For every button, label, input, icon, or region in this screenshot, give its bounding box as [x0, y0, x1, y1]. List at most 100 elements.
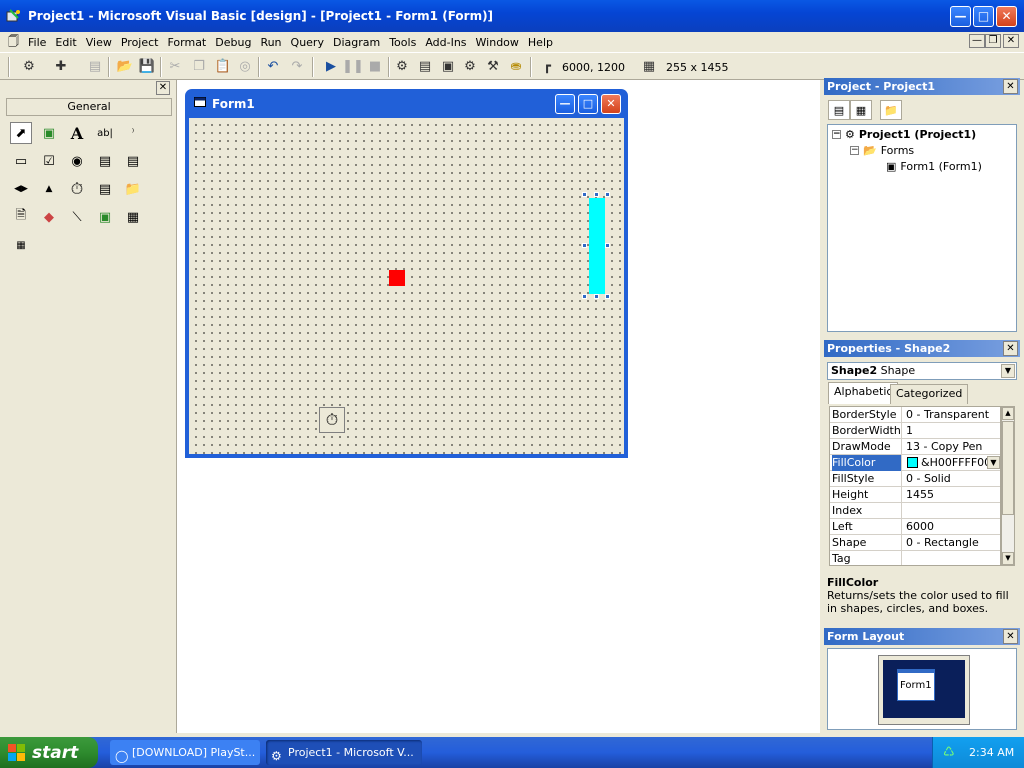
property-value[interactable] [906, 551, 1000, 565]
property-value[interactable]: 0 - Rectangle [906, 535, 1000, 551]
data-tool-icon[interactable]: ▦ [122, 206, 144, 228]
menu-format[interactable]: Format [167, 36, 206, 49]
menu-doc-icon[interactable]: 🗍 [8, 33, 19, 52]
frame-tool-icon[interactable]: ⁾ [122, 122, 144, 144]
optionbutton-tool-icon[interactable]: ◉ [66, 150, 88, 172]
open-project-icon[interactable]: 📂 [116, 57, 134, 75]
form-layout-close-button[interactable]: ✕ [1003, 629, 1018, 644]
resize-handle[interactable] [605, 192, 610, 197]
listbox-tool-icon[interactable]: ▤ [122, 150, 144, 172]
resize-handle[interactable] [582, 294, 587, 299]
close-button[interactable]: ✕ [996, 6, 1017, 27]
toolbox-tab-general[interactable]: General [6, 98, 172, 116]
tree-node-forms[interactable]: − 📂 Forms [850, 144, 914, 157]
scroll-thumb[interactable] [1002, 421, 1014, 515]
property-value[interactable]: 0 - Transparent [906, 407, 1000, 423]
timer-tool-icon[interactable]: ⏱ [66, 178, 88, 200]
resize-handle[interactable] [582, 192, 587, 197]
menu-file[interactable]: File [28, 36, 46, 49]
maximize-button[interactable]: □ [973, 6, 994, 27]
property-row[interactable]: DrawMode 13 - Copy Pen [830, 439, 1000, 455]
mdi-minimize-button[interactable]: — [969, 34, 985, 48]
resize-handle[interactable] [605, 243, 610, 248]
toolbox-header[interactable] [4, 80, 172, 96]
scroll-down-icon[interactable]: ▼ [1002, 552, 1014, 565]
menu-run[interactable]: Run [260, 36, 281, 49]
shape1-red-square[interactable] [389, 270, 405, 286]
menu-diagram[interactable]: Diagram [333, 36, 380, 49]
pointer-tool-icon[interactable]: ⬈ [10, 122, 32, 144]
menu-window[interactable]: Window [476, 36, 519, 49]
tree-node-form1[interactable]: ▣ Form1 (Form1) [886, 160, 982, 173]
property-row-selected[interactable]: FillColor &H00FFFF00& ▼ [830, 455, 1000, 471]
combobox-tool-icon[interactable]: ▤ [94, 150, 116, 172]
property-row[interactable]: FillStyle 0 - Solid [830, 471, 1000, 487]
network-icon[interactable]: ♺ [943, 737, 955, 768]
menu-editor-icon[interactable]: ▤ [86, 57, 104, 75]
shape-tool-icon[interactable]: ◆ [38, 206, 60, 228]
tab-alphabetic[interactable]: Alphabetic [828, 382, 899, 404]
undo-icon[interactable]: ↶ [264, 57, 282, 75]
clock[interactable]: 2:34 AM [969, 746, 1014, 759]
resize-handle[interactable] [594, 294, 599, 299]
tree-node-project[interactable]: − ⚙ Project1 (Project1) [832, 128, 976, 141]
mdi-restore-button[interactable]: ❐ [985, 34, 1001, 48]
toolbox-icon[interactable]: ⚒ [484, 57, 502, 75]
menu-debug[interactable]: Debug [215, 36, 251, 49]
view-object-button[interactable]: ▦ [850, 100, 872, 120]
form-layout-title[interactable]: Form Layout [824, 628, 1020, 645]
menu-help[interactable]: Help [528, 36, 553, 49]
find-icon[interactable]: ◎ [236, 57, 254, 75]
form-design-surface[interactable]: ⏱ [189, 118, 624, 454]
property-row[interactable]: Index [830, 503, 1000, 519]
start-icon[interactable]: ▶ [322, 57, 340, 75]
filelistbox-tool-icon[interactable]: 🗎 [10, 206, 32, 228]
redo-icon[interactable]: ↷ [288, 57, 306, 75]
chevron-down-icon[interactable]: ▼ [987, 456, 1000, 469]
property-row[interactable]: BorderStyle 0 - Transparent [830, 407, 1000, 423]
shape2-cyan-rectangle[interactable] [589, 198, 605, 294]
properties-title[interactable]: Properties - Shape2 [824, 340, 1020, 357]
property-value[interactable]: 13 - Copy Pen [906, 439, 1000, 455]
cut-icon[interactable]: ✂ [166, 57, 184, 75]
toggle-folders-button[interactable]: 📁 [880, 100, 902, 120]
resize-handle[interactable] [605, 294, 610, 299]
menu-edit[interactable]: Edit [55, 36, 76, 49]
toolbar-grip[interactable] [8, 57, 10, 77]
property-row[interactable]: BorderWidth 1 [830, 423, 1000, 439]
tab-categorized[interactable]: Categorized [890, 384, 969, 404]
property-value[interactable] [906, 503, 1000, 519]
timer-control[interactable]: ⏱ [319, 407, 345, 433]
property-value[interactable]: 6000 [906, 519, 1000, 535]
taskbar-item-download[interactable]: ◯ [DOWNLOAD] PlaySt... [110, 740, 260, 765]
resize-handle[interactable] [594, 192, 599, 197]
vscrollbar-tool-icon[interactable]: ▲ [38, 178, 60, 200]
form-designer-window[interactable]: Form1 — □ ✕ ⏱ [185, 89, 628, 458]
menu-query[interactable]: Query [291, 36, 324, 49]
property-row[interactable]: Left 6000 [830, 519, 1000, 535]
menu-view[interactable]: View [86, 36, 112, 49]
dirlistbox-tool-icon[interactable]: 📁 [122, 178, 144, 200]
form-minimize-button[interactable]: — [555, 94, 575, 114]
add-form-icon[interactable]: ✚ [52, 57, 70, 75]
object-selector[interactable]: Shape2 Shape ▼ [827, 362, 1017, 380]
mdi-close-button[interactable]: ✕ [1003, 34, 1019, 48]
project-explorer-icon[interactable]: ⚙ [393, 57, 411, 75]
layout-form-preview[interactable]: Form1 [897, 669, 935, 701]
break-icon[interactable]: ❚❚ [342, 57, 364, 75]
property-scrollbar[interactable]: ▲ ▼ [1001, 406, 1015, 566]
menu-add-ins[interactable]: Add-Ins [425, 36, 466, 49]
start-button[interactable]: start [0, 737, 98, 768]
form-maximize-button[interactable]: □ [578, 94, 598, 114]
line-tool-icon[interactable]: ⟍ [66, 206, 88, 228]
property-value[interactable]: 0 - Solid [906, 471, 1000, 487]
drivelistbox-tool-icon[interactable]: ▤ [94, 178, 116, 200]
project-explorer-close-button[interactable]: ✕ [1003, 79, 1018, 94]
toolbox-close-button[interactable]: ✕ [156, 81, 170, 95]
form-close-button[interactable]: ✕ [601, 94, 621, 114]
project-explorer-title[interactable]: Project - Project1 [824, 78, 1020, 95]
minimize-button[interactable]: — [950, 6, 971, 27]
title-bar[interactable]: Project1 - Microsoft Visual Basic [desig… [0, 0, 1024, 32]
label-tool-icon[interactable]: A [66, 122, 88, 144]
form-layout-icon[interactable]: ▣ [439, 57, 457, 75]
